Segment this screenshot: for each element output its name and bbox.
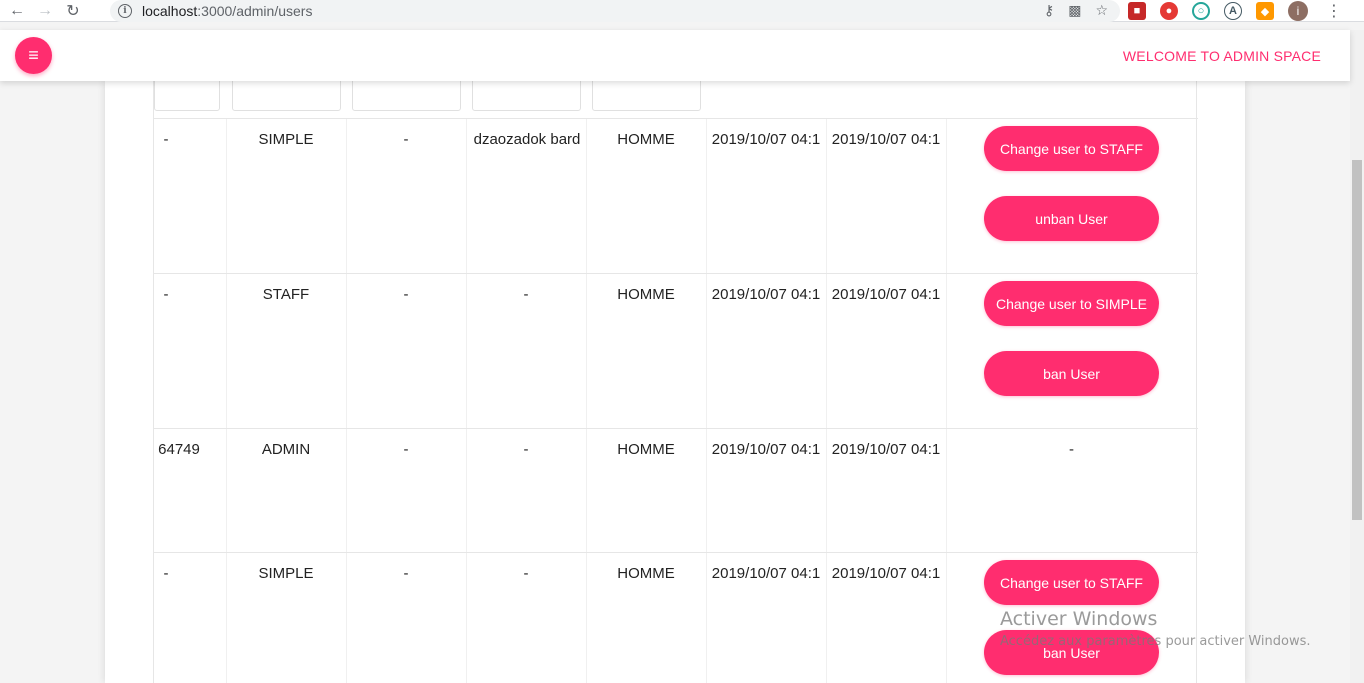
- filter-row: [154, 81, 1198, 119]
- users-table: - SIMPLE - dzaozadok bard HOMME 2019/10/…: [153, 81, 1198, 683]
- table-row: - STAFF - - HOMME 2019/10/07 04:1 2019/1…: [154, 274, 1198, 429]
- menu-button[interactable]: ≡: [15, 37, 52, 74]
- cell-gender: HOMME: [617, 565, 675, 582]
- extension-stop-icon[interactable]: ●: [1160, 2, 1178, 20]
- extension-a-icon[interactable]: A: [1224, 2, 1242, 20]
- key-icon[interactable]: ⚷: [1044, 2, 1054, 19]
- cell-gender: HOMME: [617, 131, 675, 148]
- cell-role: ADMIN: [261, 441, 311, 458]
- cell-name: dzaozadok bard: [473, 131, 581, 148]
- cell-actions-empty: -: [1069, 441, 1074, 458]
- forward-arrow-icon[interactable]: →: [34, 0, 56, 22]
- page-scrollbar[interactable]: [1350, 30, 1364, 683]
- cell-updated: 2019/10/07 04:1: [831, 286, 941, 303]
- cell-updated: 2019/10/07 04:1: [831, 131, 941, 148]
- site-info-icon[interactable]: i: [118, 4, 132, 18]
- scrollbar-thumb[interactable]: [1352, 160, 1362, 520]
- cell-role: SIMPLE: [258, 565, 314, 582]
- filter-input[interactable]: [232, 81, 341, 111]
- star-bookmark-icon[interactable]: ☆: [1095, 2, 1108, 19]
- cell-id: -: [163, 131, 169, 148]
- translate-icon[interactable]: ▩: [1068, 2, 1081, 19]
- filter-input[interactable]: [154, 81, 220, 111]
- cell-gender: HOMME: [617, 441, 675, 458]
- cell-updated: 2019/10/07 04:1: [831, 565, 941, 582]
- cell-id: 64749: [158, 441, 200, 458]
- cell-created: 2019/10/07 04:1: [711, 286, 821, 303]
- app-header: ≡ WELCOME TO ADMIN SPACE: [0, 30, 1350, 81]
- change-role-button[interactable]: Change user to SIMPLE: [984, 281, 1159, 326]
- extension-circle-icon[interactable]: ○: [1192, 2, 1210, 20]
- cell-gender: HOMME: [617, 286, 675, 303]
- hamburger-icon: ≡: [28, 45, 39, 65]
- cell-name: -: [523, 441, 529, 458]
- cell-created: 2019/10/07 04:1: [711, 565, 821, 582]
- ban-toggle-button[interactable]: ban User: [984, 351, 1159, 396]
- welcome-text: WELCOME TO ADMIN SPACE: [1122, 48, 1321, 64]
- filter-input[interactable]: [352, 81, 461, 111]
- cell-value: -: [403, 286, 409, 303]
- ban-toggle-button[interactable]: ban User: [984, 630, 1159, 675]
- cell-role: SIMPLE: [258, 131, 314, 148]
- table-row: - SIMPLE - - HOMME 2019/10/07 04:1 2019/…: [154, 553, 1198, 683]
- cell-created: 2019/10/07 04:1: [711, 441, 821, 458]
- cell-updated: 2019/10/07 04:1: [831, 441, 941, 458]
- extension-red-icon[interactable]: ■: [1128, 2, 1146, 20]
- filter-input[interactable]: [472, 81, 581, 111]
- users-card: - SIMPLE - dzaozadok bard HOMME 2019/10/…: [105, 81, 1245, 683]
- reload-icon[interactable]: ↻: [62, 0, 84, 22]
- filter-input[interactable]: [592, 81, 701, 111]
- cell-created: 2019/10/07 04:1: [711, 131, 821, 148]
- url-text[interactable]: localhost:3000/admin/users: [142, 3, 312, 19]
- change-role-button[interactable]: Change user to STAFF: [984, 126, 1159, 171]
- cell-id: -: [163, 565, 169, 582]
- address-bar[interactable]: i localhost:3000/admin/users ⚷ ▩ ☆: [110, 0, 1120, 22]
- table-row: 64749 ADMIN - - HOMME 2019/10/07 04:1 20…: [154, 429, 1198, 553]
- cell-name: -: [523, 286, 529, 303]
- cell-id: -: [163, 286, 169, 303]
- more-vert-icon[interactable]: ⋮: [1326, 1, 1342, 21]
- back-arrow-icon[interactable]: ←: [6, 0, 28, 22]
- browser-toolbar: ← → ↻ i localhost:3000/admin/users ⚷ ▩ ☆…: [0, 0, 1364, 22]
- cell-role: STAFF: [262, 286, 310, 303]
- cell-value: -: [403, 441, 409, 458]
- cell-name: -: [523, 565, 529, 582]
- profile-avatar[interactable]: i: [1288, 1, 1308, 21]
- extension-orange-icon[interactable]: ◆: [1256, 2, 1274, 20]
- cell-value: -: [403, 565, 409, 582]
- change-role-button[interactable]: Change user to STAFF: [984, 560, 1159, 605]
- cell-value: -: [403, 131, 409, 148]
- table-row: - SIMPLE - dzaozadok bard HOMME 2019/10/…: [154, 119, 1198, 274]
- ban-toggle-button[interactable]: unban User: [984, 196, 1159, 241]
